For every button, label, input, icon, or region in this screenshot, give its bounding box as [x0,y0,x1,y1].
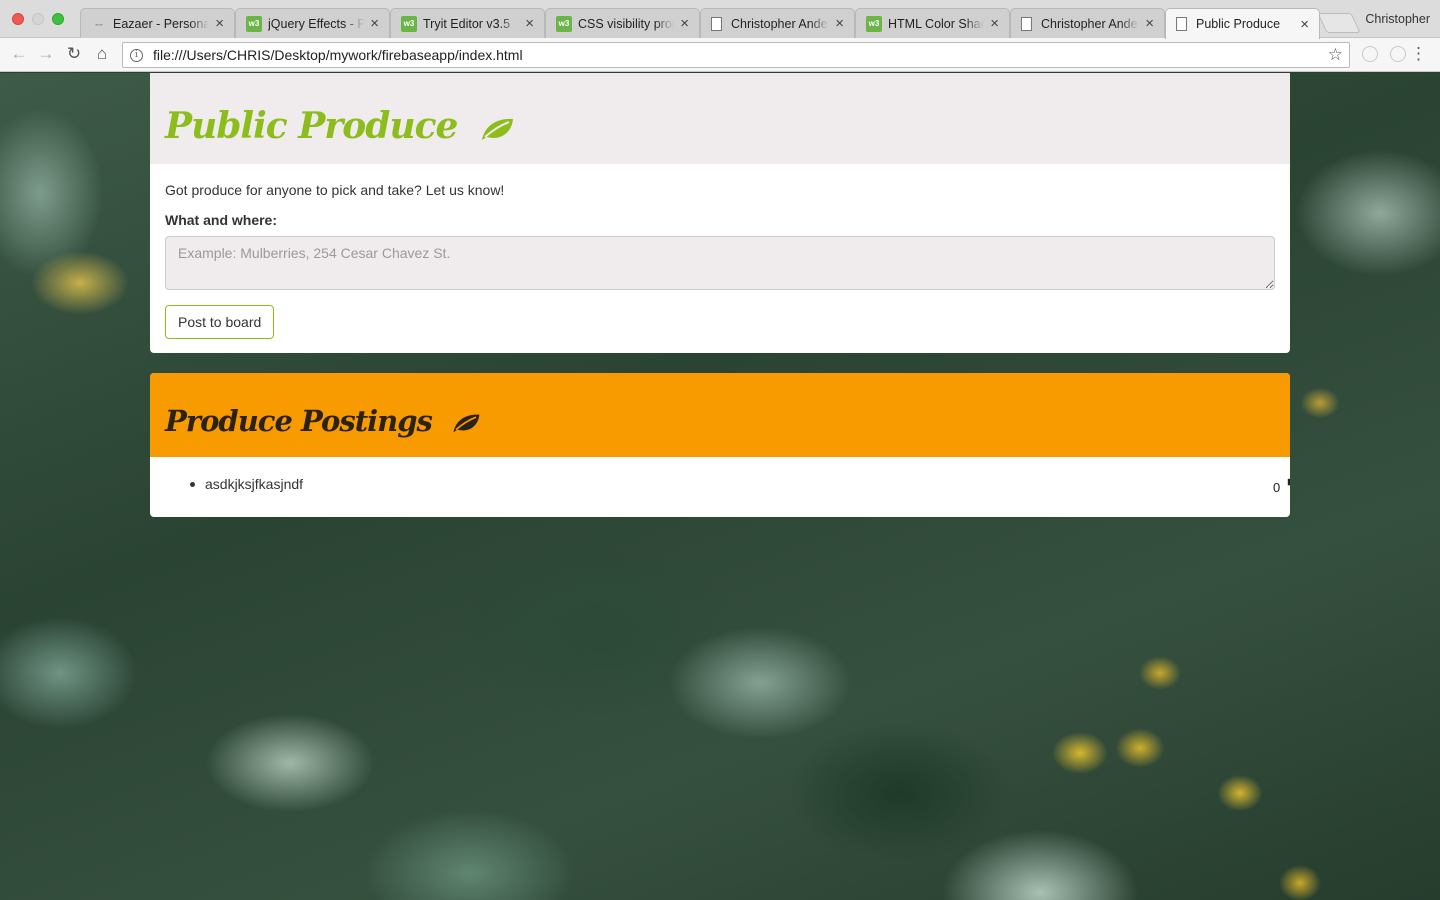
leaf-icon [482,118,513,140]
list-bullet [190,482,195,487]
tab-title: Tryit Editor v3.5 [423,16,511,31]
url-text[interactable]: file:///Users/CHRIS/Desktop/mywork/fireb… [153,47,523,63]
list-item: asdkjksjfkasjndf 0 [190,474,1290,495]
window-zoom-button[interactable] [52,13,64,25]
tab-close-icon[interactable]: × [1300,16,1309,33]
tab-close-icon[interactable]: × [525,15,534,32]
tab-title: jQuery Effects - F [268,16,365,31]
postings-title: Produce Postings [165,404,481,438]
field-label: What and where: [165,212,278,228]
page-title-text: Public Produce [165,104,458,147]
postings-panel: Produce Postings asdkjksjfkasjndf 0 [150,373,1290,517]
browser-tab[interactable]: -- Eazaer - Personal × [80,8,235,38]
browser-tab[interactable]: Christopher Ande × [700,8,855,38]
post-form-panel: Public Produce Got produce for anyone to… [150,73,1290,353]
tab-title: Christopher Ande [1041,16,1138,31]
posting-actions: 0 [1273,474,1290,495]
bookmark-star-icon[interactable]: ☆ [1328,45,1343,65]
postings-header: Produce Postings [150,373,1290,457]
page-favicon-icon [711,16,722,31]
extension-icon[interactable] [1390,46,1406,62]
tab-title: Eazaer - Personal [113,16,210,31]
tab-close-icon[interactable]: × [370,15,379,32]
form-body: Got produce for anyone to pick and take?… [150,164,1290,339]
tab-close-icon[interactable]: × [1145,15,1154,32]
w3schools-favicon-icon: w3 [401,15,417,32]
tab-title: Public Produce [1196,17,1281,31]
browser-tab[interactable]: w3 jQuery Effects - F × [235,8,390,38]
thumbs-down-icon[interactable] [1286,478,1290,492]
tab-close-icon[interactable]: × [835,15,844,32]
vote-count: 0 [1273,480,1281,495]
app-header: Public Produce [150,73,1290,164]
w3schools-favicon-icon: w3 [866,15,882,32]
new-tab-button[interactable] [1317,13,1361,33]
postings-title-text: Produce Postings [165,404,433,438]
browser-tab[interactable]: w3 Tryit Editor v3.5 × [390,8,545,38]
tab-title: HTML Color Shad [888,16,985,31]
tab-close-icon[interactable]: × [990,15,999,32]
extension-icon[interactable] [1362,46,1378,62]
browser-toolbar: ← → ↻ ⌂ i file:///Users/CHRIS/Desktop/my… [0,38,1440,72]
dash-favicon-icon: -- [95,16,103,31]
page-background: Public Produce Got produce for anyone to… [0,73,1440,900]
postings-list: asdkjksjfkasjndf 0 [150,457,1290,495]
browser-tab-active[interactable]: Public Produce × [1165,8,1320,39]
produce-location-input[interactable] [165,236,1275,290]
w3schools-favicon-icon: w3 [246,15,262,32]
intro-text: Got produce for anyone to pick and take?… [165,182,505,198]
info-icon[interactable]: i [130,48,143,62]
page-favicon-icon [1176,17,1187,31]
post-to-board-button[interactable]: Post to board [165,305,275,339]
w3schools-favicon-icon: w3 [556,15,572,32]
window-minimize-button[interactable] [32,13,44,25]
forward-arrow-icon[interactable]: → [35,43,57,65]
browser-tab[interactable]: w3 CSS visibility prop × [545,8,700,38]
tab-title: Christopher Ande [731,16,828,31]
tab-close-icon[interactable]: × [680,15,689,32]
page-favicon-icon [1021,16,1032,31]
tab-close-icon[interactable]: × [215,15,224,32]
browser-tab[interactable]: Christopher Ande × [1010,8,1165,38]
home-icon[interactable]: ⌂ [91,43,113,65]
browser-tab-bar: -- Eazaer - Personal × w3 jQuery Effects… [0,0,1440,39]
browser-menu-icon[interactable]: ⋮ [1410,45,1427,62]
tab-title: CSS visibility prop [578,16,675,31]
page-title: Public Produce [165,105,515,147]
leaf-icon [453,414,480,433]
posting-text: asdkjksjfkasjndf [205,476,304,492]
browser-tab[interactable]: w3 HTML Color Shad × [855,8,1010,38]
profile-name[interactable]: Christopher [1365,12,1430,26]
window-close-button[interactable] [12,13,24,25]
reload-icon[interactable]: ↻ [63,43,85,65]
back-arrow-icon[interactable]: ← [8,43,30,65]
address-bar[interactable]: i file:///Users/CHRIS/Desktop/mywork/fir… [122,42,1350,68]
